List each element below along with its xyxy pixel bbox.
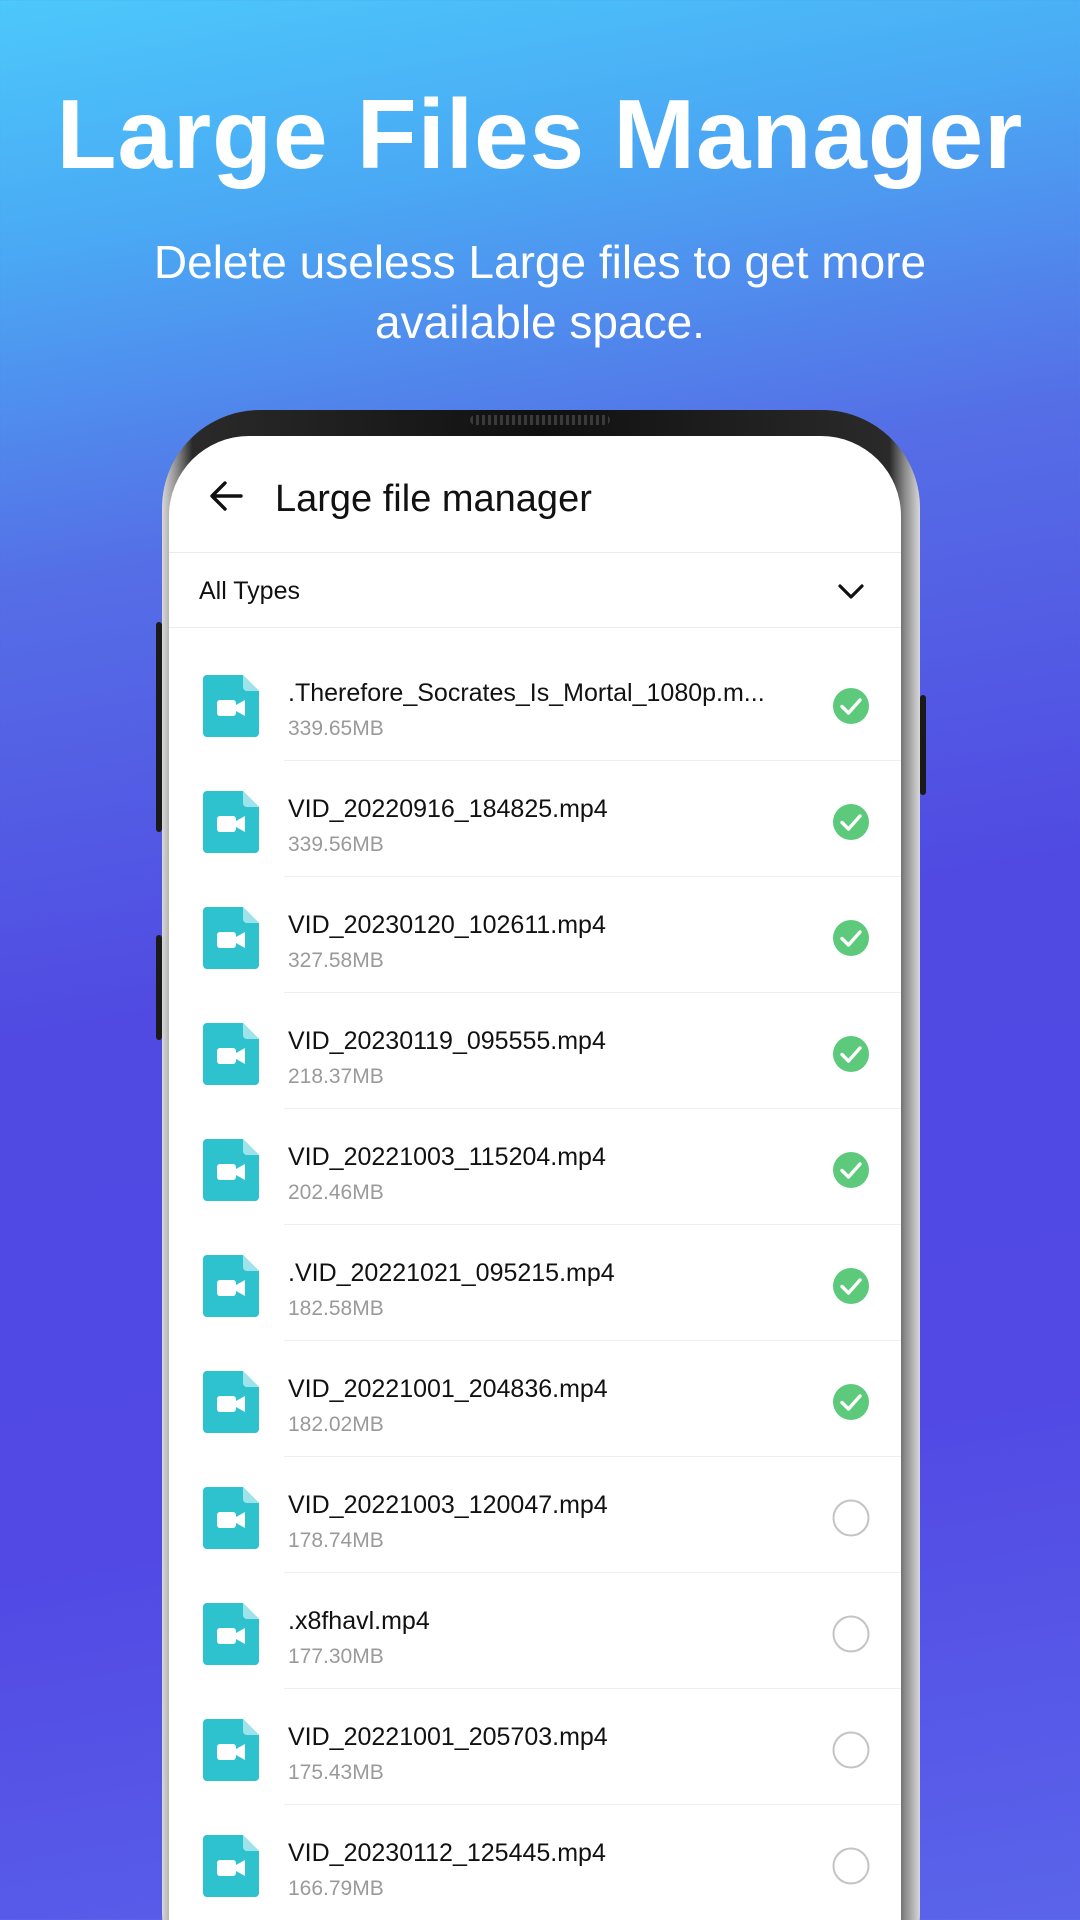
video-file-icon (203, 1255, 259, 1317)
file-name: .Therefore_Socrates_Is_Mortal_1080p.m... (288, 679, 765, 707)
file-row[interactable]: VID_20221003_120047.mp4 178.74MB (169, 1456, 901, 1573)
file-name: VID_20221003_120047.mp4 (288, 1491, 608, 1519)
checkbox-checked-icon[interactable] (832, 687, 870, 725)
checkbox-checked-icon[interactable] (832, 1383, 870, 1421)
app-header: Large file manager (169, 436, 901, 553)
checkbox-unchecked-icon[interactable] (832, 1615, 870, 1653)
checkbox-unchecked-icon[interactable] (832, 1847, 870, 1885)
file-row[interactable]: VID_20221001_205703.mp4 175.43MB (169, 1688, 901, 1805)
video-file-icon (203, 907, 259, 969)
file-row[interactable]: VID_20230120_102611.mp4 327.58MB (169, 876, 901, 993)
checkbox-checked-icon[interactable] (832, 919, 870, 957)
checkbox-checked-icon[interactable] (832, 1035, 870, 1073)
checkbox-unchecked-icon[interactable] (832, 1499, 870, 1537)
back-arrow-icon[interactable] (207, 476, 247, 516)
file-size: 182.02MB (288, 1413, 384, 1436)
file-size: 178.74MB (288, 1529, 384, 1552)
phone-speaker (470, 415, 610, 425)
phone-side-button (156, 935, 162, 1040)
file-name: VID_20221003_115204.mp4 (288, 1143, 606, 1171)
type-filter-dropdown[interactable]: All Types (169, 553, 901, 628)
file-row[interactable]: VID_20221003_115204.mp4 202.46MB (169, 1108, 901, 1225)
video-file-icon (203, 1371, 259, 1433)
file-name: VID_20230112_125445.mp4 (288, 1839, 606, 1867)
checkbox-checked-icon[interactable] (832, 803, 870, 841)
file-name: .VID_20221021_095215.mp4 (288, 1259, 615, 1287)
file-row[interactable]: .x8fhavl.mp4 177.30MB (169, 1572, 901, 1689)
file-name: VID_20220916_184825.mp4 (288, 795, 608, 823)
checkbox-checked-icon[interactable] (832, 1151, 870, 1189)
phone-screen: Large file manager All Types .Therefore_… (169, 436, 901, 1920)
file-name: VID_20221001_205703.mp4 (288, 1723, 608, 1751)
chevron-down-icon (838, 584, 864, 599)
file-name: .x8fhavl.mp4 (288, 1607, 430, 1635)
file-size: 166.79MB (288, 1877, 384, 1900)
hero-title: Large Files Manager (56, 79, 1024, 189)
file-name: VID_20221001_204836.mp4 (288, 1375, 608, 1403)
video-file-icon (203, 1487, 259, 1549)
file-row[interactable]: VID_20220916_184825.mp4 339.56MB (169, 760, 901, 877)
file-size: 177.30MB (288, 1645, 384, 1668)
file-list: .Therefore_Socrates_Is_Mortal_1080p.m...… (169, 644, 901, 1920)
file-row[interactable]: .Therefore_Socrates_Is_Mortal_1080p.m...… (169, 644, 901, 761)
video-file-icon (203, 1603, 259, 1665)
file-size: 182.58MB (288, 1297, 384, 1320)
phone-side-button (920, 695, 926, 795)
file-size: 175.43MB (288, 1761, 384, 1784)
file-row[interactable]: VID_20230112_125445.mp4 166.79MB (169, 1804, 901, 1920)
checkbox-checked-icon[interactable] (832, 1267, 870, 1305)
file-size: 327.58MB (288, 949, 384, 972)
hero-subtitle: Delete useless Large files to get more a… (153, 236, 927, 348)
file-row[interactable]: VID_20221001_204836.mp4 182.02MB (169, 1340, 901, 1457)
file-name: VID_20230119_095555.mp4 (288, 1027, 606, 1055)
video-file-icon (203, 675, 259, 737)
app-title: Large file manager (275, 478, 592, 520)
file-size: 339.65MB (288, 717, 384, 740)
file-row[interactable]: .VID_20221021_095215.mp4 182.58MB (169, 1224, 901, 1341)
file-size: 202.46MB (288, 1181, 384, 1204)
file-size: 218.37MB (288, 1065, 384, 1088)
video-file-icon (203, 1139, 259, 1201)
file-name: VID_20230120_102611.mp4 (288, 911, 606, 939)
checkbox-unchecked-icon[interactable] (832, 1731, 870, 1769)
file-row[interactable]: VID_20230119_095555.mp4 218.37MB (169, 992, 901, 1109)
video-file-icon (203, 1719, 259, 1781)
phone-side-button (156, 622, 162, 832)
video-file-icon (203, 791, 259, 853)
type-filter-label: All Types (199, 577, 300, 605)
video-file-icon (203, 1023, 259, 1085)
file-size: 339.56MB (288, 833, 384, 856)
video-file-icon (203, 1835, 259, 1897)
